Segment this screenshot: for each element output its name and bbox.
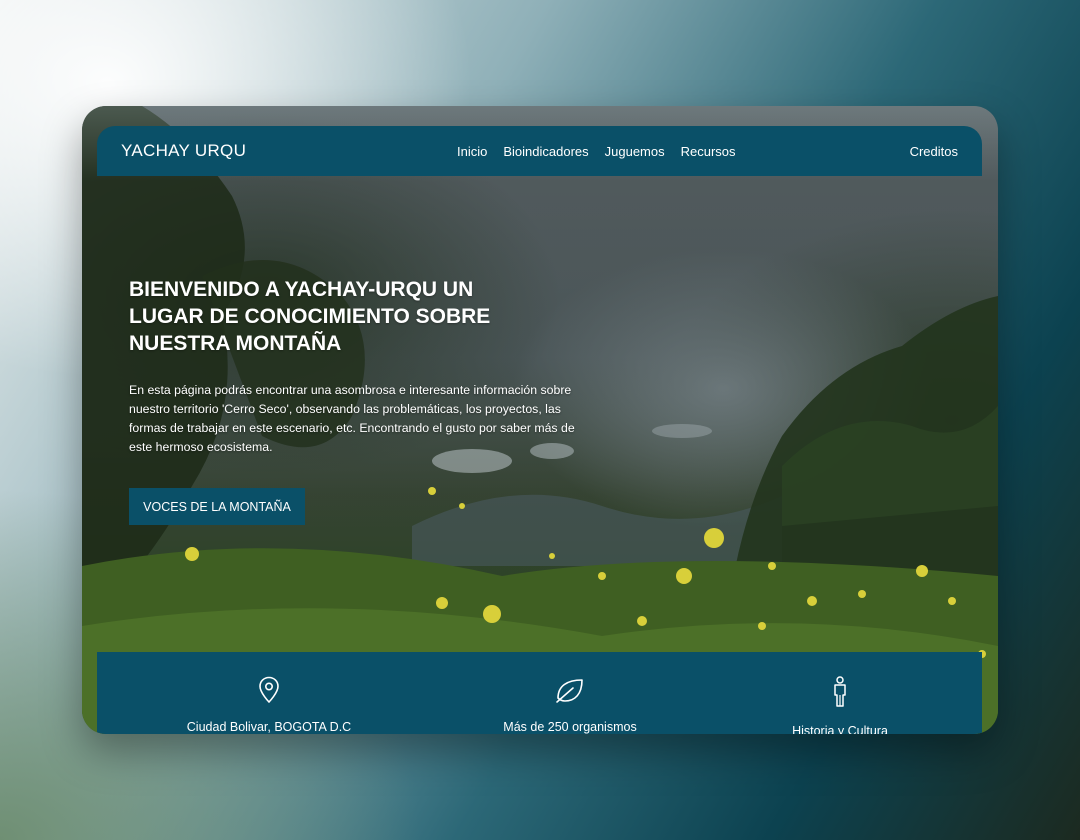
brand-logo[interactable]: YACHAY URQU xyxy=(121,141,421,161)
features-bar: Ciudad Bolivar, BOGOTA D.C Más de 250 or… xyxy=(97,652,982,734)
voces-de-la-montana-button[interactable]: VOCES DE LA MONTAÑA xyxy=(129,488,305,525)
feature-organisms: Más de 250 organismos xyxy=(450,652,690,734)
website-page: YACHAY URQU Inicio Bioindicadores Juguem… xyxy=(97,126,982,734)
feature-location-label: Ciudad Bolivar, BOGOTA D.C xyxy=(186,720,352,734)
nav-link-recursos[interactable]: Recursos xyxy=(681,144,736,159)
hero-section: BIENVENIDO A YACHAY-URQU UN LUGAR DE CON… xyxy=(97,176,982,652)
leaf-icon xyxy=(556,679,583,703)
hero-description: En esta página podrás encontrar una asom… xyxy=(129,383,575,454)
location-pin-icon xyxy=(259,676,279,704)
nav-link-juguemos[interactable]: Juguemos xyxy=(605,144,665,159)
nav-link-bioindicadores[interactable]: Bioindicadores xyxy=(503,144,588,159)
feature-organisms-label: Más de 250 organismos xyxy=(503,720,637,734)
nav-links: Inicio Bioindicadores Juguemos Recursos xyxy=(457,144,736,159)
feature-location: Ciudad Bolivar, BOGOTA D.C xyxy=(149,652,389,734)
device-frame: YACHAY URQU Inicio Bioindicadores Juguem… xyxy=(82,106,998,734)
hero-title: BIENVENIDO A YACHAY-URQU UN LUGAR DE CON… xyxy=(129,278,491,355)
person-icon xyxy=(834,676,846,707)
feature-culture-label: Historia y Cultura xyxy=(792,724,888,734)
navbar: YACHAY URQU Inicio Bioindicadores Juguem… xyxy=(97,126,982,176)
nav-link-inicio[interactable]: Inicio xyxy=(457,144,487,159)
nav-link-creditos[interactable]: Creditos xyxy=(910,144,958,159)
feature-culture: Historia y Cultura xyxy=(720,652,960,734)
